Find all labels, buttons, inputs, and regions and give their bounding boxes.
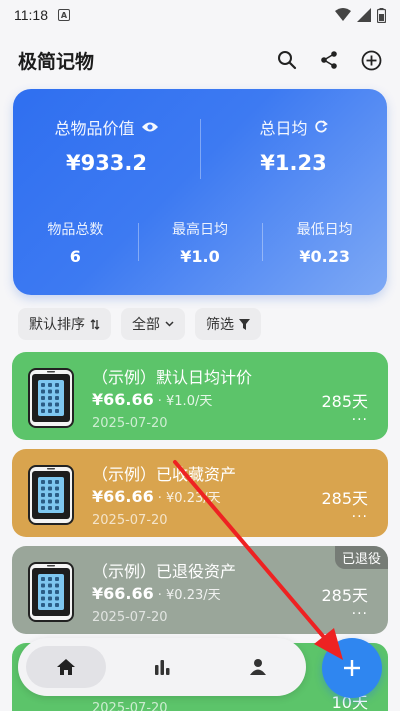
app-notification-icon: A <box>58 9 70 21</box>
tab-home[interactable] <box>26 646 106 688</box>
category-label: 全部 <box>132 317 160 333</box>
signal-icon <box>357 8 371 22</box>
retired-badge: 已退役 <box>334 546 388 569</box>
add-item-button[interactable] <box>322 638 382 698</box>
category-dropdown[interactable]: 全部 <box>121 308 185 340</box>
status-bar: 11:18 A <box>0 0 400 30</box>
item-card[interactable]: 已退役 （示例）已退役资产 ¥66.66 · ¥0.23/天 2025-07-20… <box>12 546 388 634</box>
eye-icon[interactable] <box>141 121 159 133</box>
sort-button[interactable]: 默认排序 <box>18 308 111 340</box>
max-daily-label: 最高日均 <box>172 222 228 238</box>
divider <box>200 119 201 179</box>
item-name: （示例）默认日均计价 <box>92 368 253 387</box>
app-header: 极简记物 <box>0 40 400 80</box>
item-price-value: ¥66.66 <box>92 584 154 603</box>
total-value: ¥933.2 <box>65 151 148 175</box>
search-icon[interactable] <box>277 50 297 70</box>
more-options-icon[interactable]: ··· <box>352 606 368 622</box>
count-value: 6 <box>69 247 81 266</box>
item-daily-price: · ¥0.23/天 <box>157 588 221 603</box>
battery-icon <box>377 7 386 23</box>
count-label: 物品总数 <box>47 222 104 238</box>
max-daily-cell: 最高日均 ¥1.0 <box>137 219 263 266</box>
filter-label: 筛选 <box>206 317 234 333</box>
total-value-label: 总物品价值 <box>54 119 135 138</box>
item-price: ¥66.66 · ¥0.23/天 <box>92 487 221 506</box>
stats-icon <box>155 660 170 675</box>
sort-label: 默认排序 <box>29 317 85 333</box>
total-value-cell: 总物品价值 ¥933.2 <box>13 89 200 194</box>
status-time: 11:18 <box>14 7 48 23</box>
min-daily-cell: 最低日均 ¥0.23 <box>262 219 387 266</box>
chevron-down-icon <box>165 321 174 327</box>
more-options-icon[interactable]: ··· <box>352 412 368 428</box>
tab-profile[interactable] <box>218 646 298 688</box>
item-days: 285天 <box>321 586 368 605</box>
filter-bar: 默认排序 全部 筛选 <box>18 308 261 340</box>
filter-button[interactable]: 筛选 <box>195 308 261 340</box>
summary-card: 总物品价值 ¥933.2 总日均 ¥1.23 物品总数 6 最高日均 ¥1.0 … <box>13 89 387 295</box>
count-cell: 物品总数 6 <box>13 219 138 266</box>
item-date: 2025-07-20 <box>92 513 168 528</box>
item-name: （示例）已退役资产 <box>92 562 237 581</box>
phone-icon <box>28 562 74 622</box>
item-days: 285天 <box>321 392 368 411</box>
item-name: （示例）已收藏资产 <box>92 465 237 484</box>
item-daily-price: · ¥0.23/天 <box>157 491 221 506</box>
home-icon <box>57 659 75 675</box>
wifi-icon <box>335 8 351 21</box>
phone-icon <box>28 465 74 525</box>
item-days: 285天 <box>321 489 368 508</box>
item-card[interactable]: （示例）已收藏资产 ¥66.66 · ¥0.23/天 2025-07-20 285… <box>12 449 388 537</box>
item-price: ¥66.66 · ¥0.23/天 <box>92 584 221 603</box>
phone-icon <box>28 368 74 428</box>
item-date: 2025-07-20 <box>92 416 168 431</box>
item-price-value: ¥66.66 <box>92 487 154 506</box>
item-price: ¥66.66 · ¥1.0/天 <box>92 390 212 409</box>
more-options-icon[interactable]: ··· <box>352 509 368 525</box>
page-title: 极简记物 <box>18 50 95 73</box>
share-icon[interactable] <box>319 50 339 70</box>
profile-icon <box>250 659 266 675</box>
min-daily-value: ¥0.23 <box>299 247 350 266</box>
total-daily-label: 总日均 <box>259 119 308 138</box>
bottom-nav <box>18 638 306 696</box>
item-card[interactable]: （示例）默认日均计价 ¥66.66 · ¥1.0/天 2025-07-20 285… <box>12 352 388 440</box>
plus-icon <box>344 660 360 676</box>
max-daily-value: ¥1.0 <box>180 247 220 266</box>
add-circle-icon[interactable] <box>361 50 382 71</box>
item-daily-price: · ¥1.0/天 <box>157 394 213 409</box>
item-price-value: ¥66.66 <box>92 390 154 409</box>
funnel-icon <box>239 318 250 330</box>
item-date: 2025-07-20 <box>92 701 168 711</box>
tab-stats[interactable] <box>122 646 202 688</box>
min-daily-label: 最低日均 <box>296 222 353 238</box>
total-daily-cell: 总日均 ¥1.23 <box>200 89 387 194</box>
refresh-icon[interactable] <box>314 120 328 134</box>
sort-icon <box>90 318 100 330</box>
item-date: 2025-07-20 <box>92 610 168 625</box>
total-daily-value: ¥1.23 <box>260 151 327 175</box>
